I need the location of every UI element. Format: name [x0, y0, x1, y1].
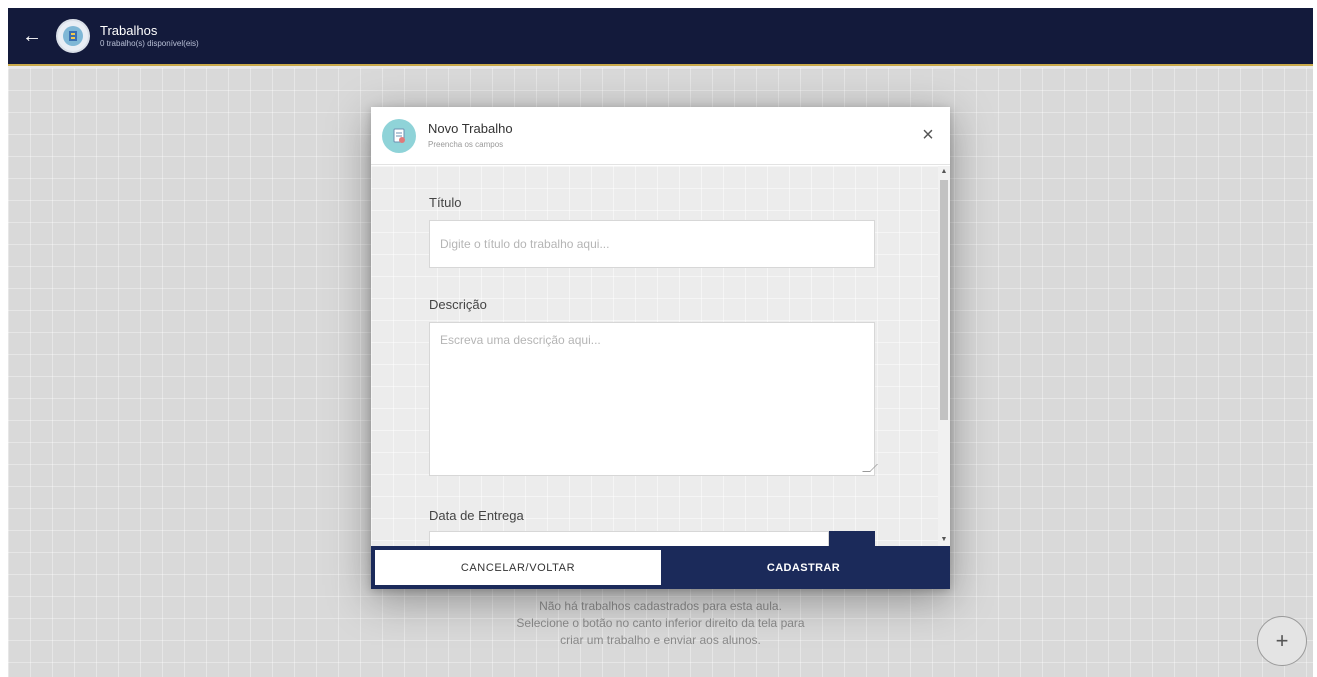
scroll-up-arrow-icon[interactable]: ▲ [938, 166, 950, 178]
scrollbar-thumb[interactable] [940, 180, 948, 420]
class-avatar-icon [63, 26, 83, 46]
calendar-picker-button[interactable] [829, 531, 875, 546]
new-work-dialog: Novo Trabalho Preencha os campos × Títul… [371, 107, 950, 589]
empty-state-line-1: Não há trabalhos cadastrados para esta a… [539, 599, 782, 613]
page-subtitle: 0 trabalho(s) disponível(eis) [100, 39, 199, 48]
top-app-bar: ← Trabalhos 0 trabalho(s) disponível(eis… [8, 8, 1313, 66]
dialog-title: Novo Trabalho [428, 120, 513, 136]
class-avatar [56, 19, 90, 53]
empty-state-line-2: Selecione o botão no canto inferior dire… [516, 616, 805, 630]
dialog-titles: Novo Trabalho Preencha os campos [428, 121, 513, 151]
dialog-subtitle: Preencha os campos [428, 139, 504, 149]
appbar-titles: Trabalhos 0 trabalho(s) disponível(eis) [100, 23, 199, 49]
register-button[interactable]: CADASTRAR [661, 550, 946, 585]
dialog-body: Título Descrição Data de Entrega [371, 166, 950, 546]
dialog-footer: CANCELAR/VOLTAR CADASTRAR [371, 546, 950, 589]
document-icon-glyph [393, 128, 405, 143]
title-label: Título [429, 195, 462, 210]
dialog-scrollbar[interactable]: ▲ ▼ [938, 166, 950, 546]
empty-state-message: Não há trabalhos cadastrados para esta a… [8, 598, 1313, 649]
dialog-header: Novo Trabalho Preencha os campos × [371, 107, 950, 165]
due-date-input[interactable] [429, 531, 829, 546]
description-textarea[interactable] [429, 322, 875, 476]
close-icon[interactable]: × [918, 125, 938, 145]
due-date-label: Data de Entrega [429, 508, 524, 523]
scroll-down-arrow-icon[interactable]: ▼ [938, 534, 950, 546]
app-window: ← Trabalhos 0 trabalho(s) disponível(eis… [8, 8, 1313, 677]
title-input[interactable] [429, 220, 875, 268]
empty-state-line-3: criar um trabalho e enviar aos alunos. [560, 633, 761, 647]
description-label: Descrição [429, 297, 487, 312]
page-title: Trabalhos [100, 23, 158, 38]
cancel-back-button[interactable]: CANCELAR/VOLTAR [375, 550, 661, 585]
document-icon [382, 118, 416, 153]
back-arrow-icon[interactable]: ← [20, 24, 44, 48]
add-work-fab[interactable]: + [1257, 616, 1307, 666]
